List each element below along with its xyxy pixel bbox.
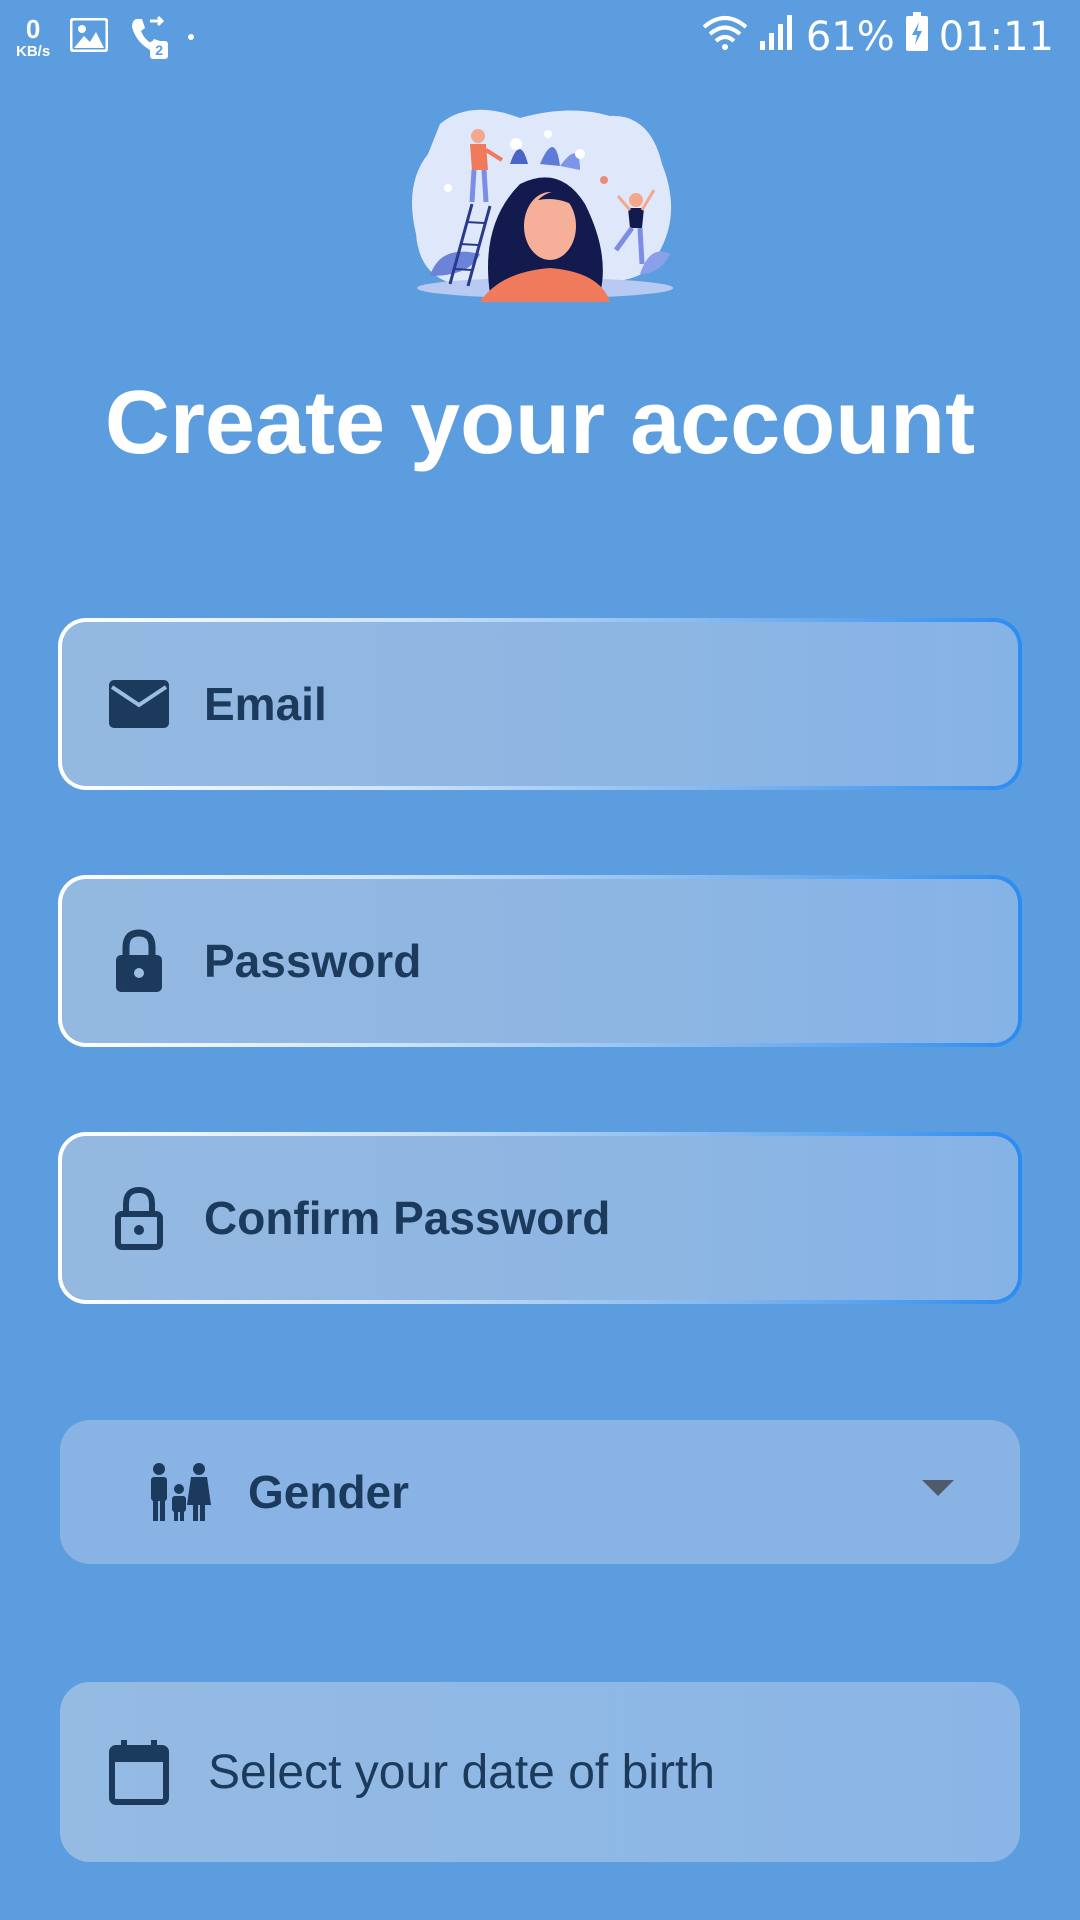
network-speed-value: 0 <box>25 13 41 44</box>
create-account-screen: 0 KB/s 2 61% 01:11 Create your account E… <box>0 0 1080 1920</box>
confirm-password-field-body[interactable]: Confirm Password <box>62 1136 1018 1300</box>
signal-icon <box>758 13 796 61</box>
family-icon <box>144 1457 214 1527</box>
email-field-body[interactable]: Email <box>62 622 1018 786</box>
network-speed: 0 KB/s <box>16 16 50 59</box>
page-title: Create your account <box>104 373 976 473</box>
status-bar-left: 0 KB/s 2 <box>16 12 195 62</box>
chevron-down-icon[interactable] <box>922 1480 954 1496</box>
status-bar-right: 61% 01:11 <box>702 12 1054 62</box>
lock-outline-icon <box>104 1183 174 1253</box>
password-placeholder: Password <box>204 935 422 987</box>
hero-illustration <box>410 104 680 302</box>
date-of-birth-field[interactable]: Select your date of birth <box>60 1682 1020 1862</box>
password-field-body[interactable]: Password <box>62 879 1018 1043</box>
call-forward-icon: 2 <box>128 15 169 59</box>
date-of-birth-label: Select your date of birth <box>208 1745 715 1799</box>
battery-charging-icon <box>905 12 929 62</box>
email-field[interactable]: Email <box>58 618 1022 790</box>
clock: 01:11 <box>938 14 1054 60</box>
confirm-password-placeholder: Confirm Password <box>204 1192 611 1244</box>
calendar-icon <box>104 1737 174 1807</box>
gender-dropdown-label: Gender <box>248 1466 410 1518</box>
gallery-icon <box>69 17 109 57</box>
network-speed-unit: KB/s <box>16 42 51 60</box>
wifi-icon <box>702 13 748 61</box>
lock-icon <box>104 926 174 996</box>
password-field[interactable]: Password <box>58 875 1022 1047</box>
confirm-password-field[interactable]: Confirm Password <box>58 1132 1022 1304</box>
gender-dropdown[interactable]: Gender <box>60 1420 1020 1564</box>
notification-dot-icon <box>188 34 195 40</box>
mail-icon <box>104 669 174 739</box>
sim-badge: 2 <box>150 41 169 59</box>
email-placeholder: Email <box>204 678 327 730</box>
status-bar: 0 KB/s 2 61% 01:11 <box>0 0 1080 76</box>
battery-percent: 61% <box>805 14 895 60</box>
